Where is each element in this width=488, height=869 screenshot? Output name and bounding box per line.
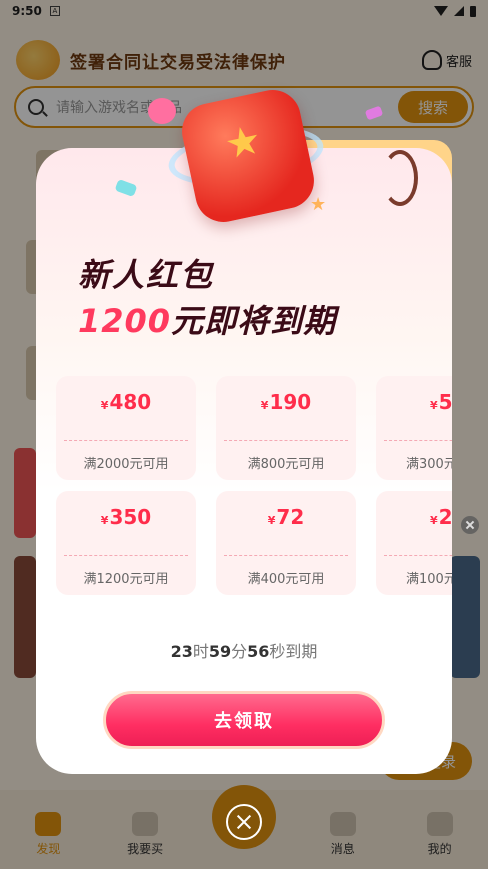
coupon-condition: 满800元可用 xyxy=(247,457,325,472)
coupon-card[interactable]: ¥72 满400元可用 xyxy=(216,491,356,595)
coupon-value: ¥480 xyxy=(100,390,152,414)
spiral-decoration-icon xyxy=(382,150,418,206)
coupon-value: ¥190 xyxy=(260,390,312,414)
coupon-card[interactable]: ¥190 满800元可用 xyxy=(216,376,356,480)
coupon-card[interactable]: ¥480 满2000元可用 xyxy=(56,376,196,480)
coupon-card[interactable]: ¥2 满100元 xyxy=(376,491,452,595)
coupon-condition: 满300元 xyxy=(406,457,452,472)
popup-subtitle: 1200元即将到期 xyxy=(78,296,336,342)
coupon-divider xyxy=(64,555,188,556)
side-close-icon[interactable] xyxy=(461,516,479,534)
close-popup-icon[interactable] xyxy=(226,804,262,840)
coupon-value: ¥2 xyxy=(430,505,452,529)
coupon-card[interactable]: ¥5 满300元 xyxy=(376,376,452,480)
coupon-divider xyxy=(64,440,188,441)
coupon-value: ¥5 xyxy=(430,390,452,414)
coupon-divider xyxy=(384,555,452,556)
coupon-condition: 满1200元可用 xyxy=(83,572,169,587)
star-icon: ★ xyxy=(220,116,266,169)
coupon-divider xyxy=(224,440,348,441)
popup-title: 新人红包 xyxy=(78,256,215,294)
total-amount: 1200 xyxy=(78,302,172,340)
countdown-timer: 23时59分56秒到期 xyxy=(170,642,318,661)
coupon-value: ¥72 xyxy=(267,505,305,529)
coupon-condition: 满400元可用 xyxy=(247,572,325,587)
coupon-divider xyxy=(384,440,452,441)
expiry-text: 元即将到期 xyxy=(171,302,337,340)
coupon-grid: ¥480 满2000元可用 ¥190 满800元可用 ¥5 满300元 ¥350… xyxy=(36,370,452,600)
coupon-divider xyxy=(224,555,348,556)
coupon-value: ¥350 xyxy=(100,505,152,529)
small-star-icon: ★ xyxy=(310,194,327,215)
coupon-card[interactable]: ¥350 满1200元可用 xyxy=(56,491,196,595)
heart-decoration-icon xyxy=(148,98,176,124)
coupon-condition: 满2000元可用 xyxy=(83,457,169,472)
coupon-condition: 满100元 xyxy=(406,572,452,587)
red-envelope-gift-icon: ★ xyxy=(176,84,320,228)
claim-button[interactable]: 去领取 xyxy=(103,691,385,749)
